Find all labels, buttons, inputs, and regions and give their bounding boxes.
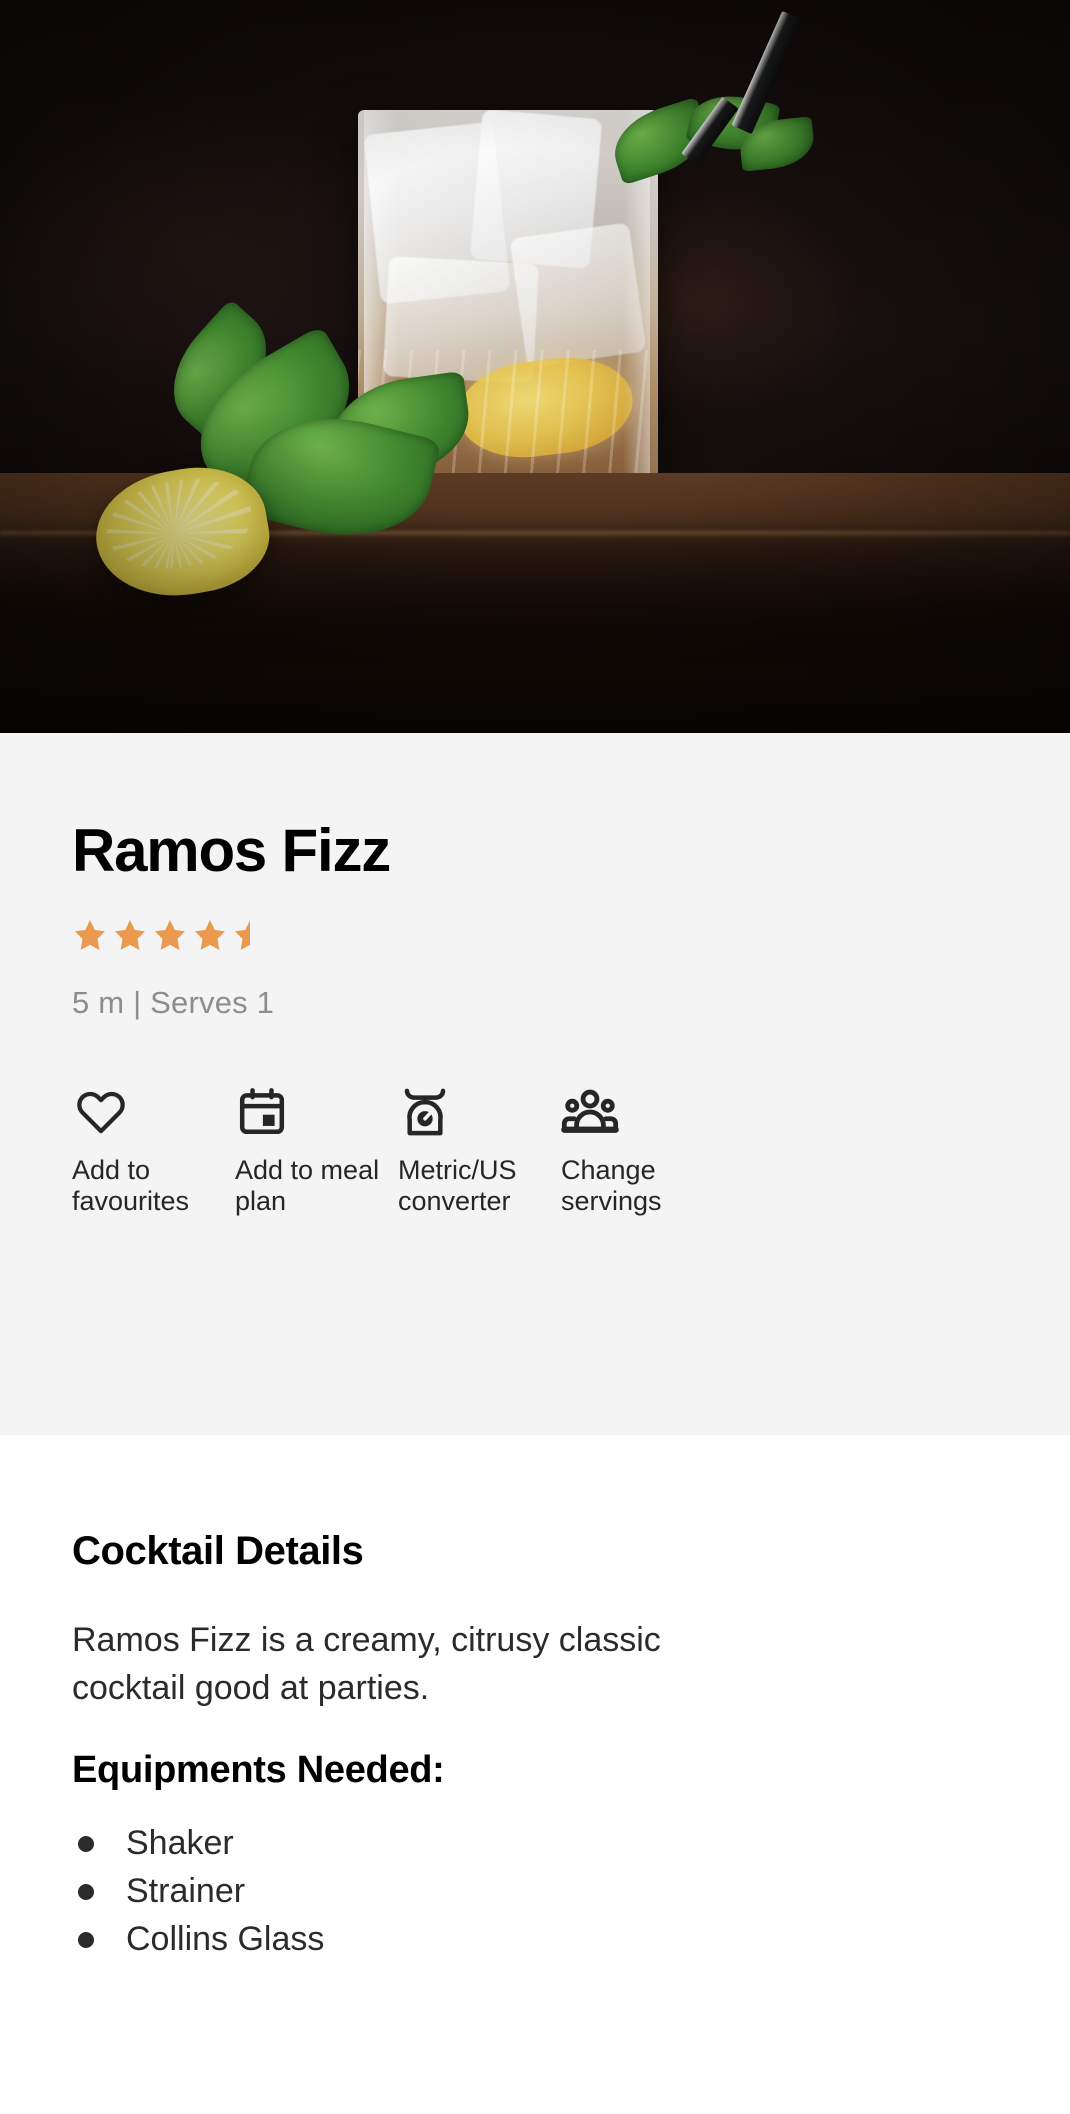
scale-icon [398, 1081, 452, 1143]
star-filled-icon [195, 920, 225, 950]
star-filled-icon [115, 920, 145, 950]
equipment-name: Collins Glass [126, 1920, 325, 1959]
list-item: Shaker [72, 1820, 998, 1868]
action-label: Metric/US converter [398, 1155, 517, 1216]
action-change-servings[interactable]: Change servings [561, 1081, 724, 1217]
recipe-meta: 5 m | Serves 1 [72, 985, 275, 1020]
photo-vignette [0, 0, 1070, 733]
equipment-heading: Equipments Needed: [72, 1748, 445, 1791]
action-label: Add to favourites [72, 1155, 190, 1216]
heart-icon [72, 1081, 130, 1143]
quick-actions: Add to favourites Add to meal plan Metri… [72, 1081, 998, 1217]
equipment-list: Shaker Strainer Collins Glass [72, 1820, 998, 1964]
star-half-icon [235, 920, 265, 950]
people-icon [561, 1081, 619, 1143]
action-add-to-meal-plan[interactable]: Add to meal plan [235, 1081, 398, 1217]
cocktail-details-section: Cocktail Details Ramos Fizz is a creamy,… [0, 1435, 1070, 1964]
star-filled-icon [155, 920, 185, 950]
hero-image [0, 0, 1070, 733]
star-filled-icon [75, 920, 105, 950]
page-title: Ramos Fizz [72, 817, 391, 884]
action-label: Change servings [561, 1155, 662, 1216]
action-metric-us-converter[interactable]: Metric/US converter [398, 1081, 561, 1217]
recipe-summary-panel: Ramos Fizz 5 m | Serves 1 Add to favouri… [0, 733, 1070, 1435]
recipe-detail-screen: Ramos Fizz 5 m | Serves 1 Add to favouri… [0, 0, 1070, 2114]
details-description: Ramos Fizz is a creamy, citrusy classic … [72, 1621, 661, 1708]
details-heading: Cocktail Details [72, 1529, 364, 1573]
list-item: Strainer [72, 1868, 998, 1916]
action-add-to-favourites[interactable]: Add to favourites [72, 1081, 235, 1217]
bullet-icon [78, 1835, 94, 1852]
bullet-icon [78, 1931, 94, 1948]
calendar-icon [235, 1081, 289, 1143]
action-label: Add to meal plan [235, 1155, 380, 1216]
list-item: Collins Glass [72, 1916, 998, 1964]
bullet-icon [78, 1883, 94, 1900]
equipment-name: Shaker [126, 1824, 234, 1863]
equipment-name: Strainer [126, 1872, 246, 1911]
rating-stars[interactable] [72, 915, 998, 955]
